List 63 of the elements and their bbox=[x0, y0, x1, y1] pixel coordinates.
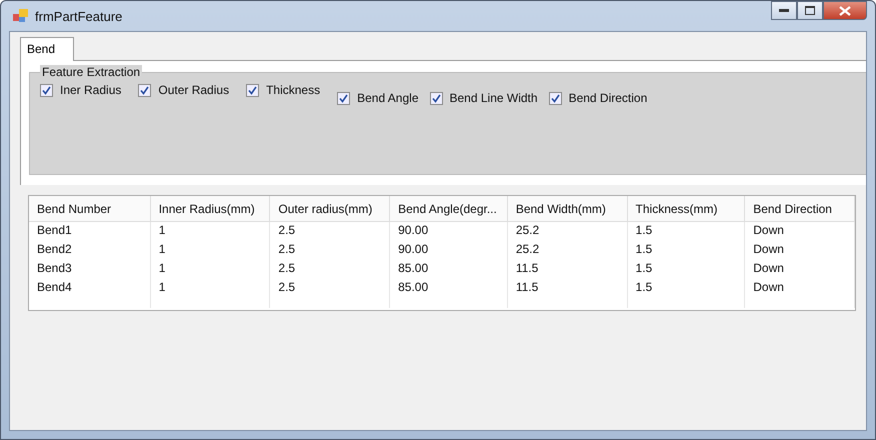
checkmark-icon bbox=[432, 94, 440, 102]
checkbox[interactable] bbox=[40, 84, 53, 96]
table-cell: Bend4 bbox=[29, 279, 151, 298]
table-cell: 1 bbox=[150, 241, 270, 260]
checkbox-option[interactable]: Outer Radius bbox=[138, 83, 230, 97]
checkmark-icon bbox=[42, 86, 51, 94]
table-cell: 1.5 bbox=[628, 260, 746, 279]
checkbox-option[interactable]: Bend Direction bbox=[548, 91, 648, 105]
table-cell: 25.2 bbox=[508, 222, 628, 241]
table-cell: 85.00 bbox=[390, 260, 508, 279]
column-header[interactable]: Bend Width(mm) bbox=[508, 196, 628, 222]
table-cell: 2.5 bbox=[270, 279, 390, 298]
table-cell: 2.5 bbox=[270, 222, 390, 241]
table-cell: 1 bbox=[150, 279, 270, 298]
table-cell: Down bbox=[745, 279, 855, 298]
table-cell: 1 bbox=[150, 260, 270, 279]
column-header[interactable]: Thickness(mm) bbox=[628, 196, 746, 222]
table-cell: 25.2 bbox=[508, 241, 628, 260]
table-cell: Down bbox=[745, 241, 855, 260]
checkmark-icon bbox=[339, 94, 348, 102]
table-cell: Down bbox=[745, 260, 855, 279]
group-title: Feature Extraction bbox=[40, 65, 142, 79]
table-cell: 2.5 bbox=[270, 241, 390, 260]
checkbox-option[interactable]: Bend Line Width bbox=[430, 91, 538, 105]
column-header[interactable]: Bend Direction bbox=[745, 196, 855, 222]
window-title: frmPartFeature bbox=[35, 8, 122, 24]
table-cell: Bend2 bbox=[29, 241, 151, 260]
checkmark-icon bbox=[550, 94, 560, 102]
checkmark-icon bbox=[248, 86, 258, 94]
table-cell: 2.5 bbox=[270, 260, 390, 279]
column-header[interactable]: Bend Angle(degr... bbox=[390, 196, 508, 222]
checkbox[interactable] bbox=[430, 92, 442, 104]
table-cell: 85.00 bbox=[390, 279, 508, 298]
checkbox-option[interactable]: Iner Radius bbox=[40, 83, 122, 97]
checkbox[interactable] bbox=[548, 92, 562, 104]
checkbox[interactable] bbox=[337, 92, 350, 104]
table-cell: 90.00 bbox=[390, 241, 508, 260]
maximize-icon bbox=[805, 6, 815, 15]
checkmark-icon bbox=[140, 86, 150, 94]
table-cell: 1.5 bbox=[628, 222, 746, 241]
table-cell: Bend1 bbox=[29, 222, 151, 241]
checkbox-option[interactable]: Bend Angle bbox=[337, 91, 418, 105]
close-button[interactable] bbox=[823, 1, 867, 20]
table-cell: 11.5 bbox=[508, 260, 628, 279]
table-cell: 11.5 bbox=[508, 279, 628, 298]
table-cell: 1.5 bbox=[628, 279, 746, 298]
table-cell: Down bbox=[745, 222, 855, 241]
table-cell: Bend3 bbox=[29, 260, 151, 279]
minimize-icon bbox=[779, 8, 789, 12]
table-cell: 1.5 bbox=[628, 241, 746, 260]
table-cell: 90.00 bbox=[390, 222, 508, 241]
minimize-button[interactable] bbox=[771, 1, 797, 20]
checkbox[interactable] bbox=[246, 84, 260, 96]
close-icon bbox=[839, 6, 851, 16]
checkbox[interactable] bbox=[138, 84, 152, 96]
maximize-button[interactable] bbox=[797, 1, 823, 20]
column-header[interactable]: Outer radius(mm) bbox=[270, 196, 390, 222]
tab[interactable]: Bend bbox=[20, 37, 74, 61]
app-icon bbox=[13, 9, 29, 23]
column-header[interactable]: Bend Number bbox=[29, 196, 151, 222]
checkbox-option[interactable]: Thickness bbox=[246, 83, 320, 97]
column-header[interactable]: Inner Radius(mm) bbox=[150, 196, 270, 222]
table-cell: 1 bbox=[150, 222, 270, 241]
